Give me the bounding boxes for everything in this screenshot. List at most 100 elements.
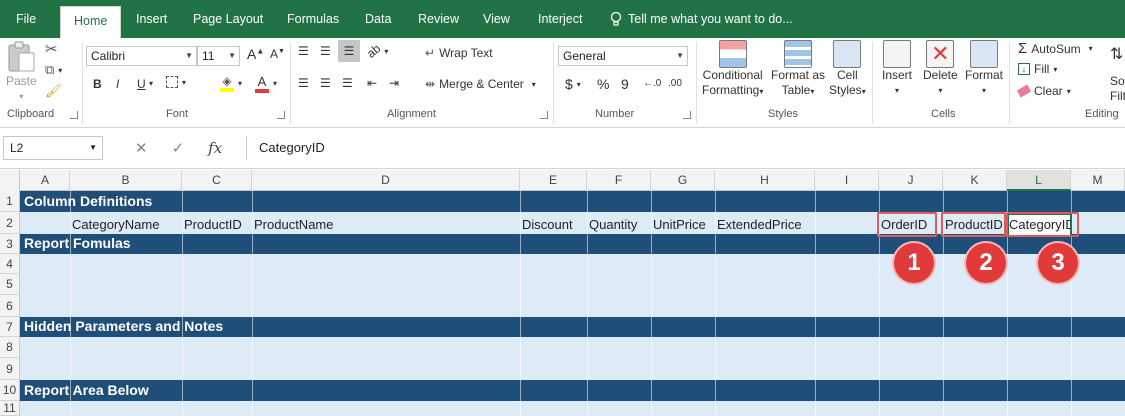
cell-c2[interactable]: ProductID [184,215,242,235]
underline-button[interactable]: U [137,77,146,91]
tab-review[interactable]: Review [418,0,459,38]
row-header-8[interactable]: 8 [0,337,20,358]
align-middle-button[interactable]: ☰ [320,44,331,58]
format-as-table-button[interactable]: Format as Table▾ [771,40,825,99]
autosum-button[interactable]: Σ AutoSum ▾ [1018,40,1093,57]
column-header-m[interactable]: M [1071,170,1125,191]
row-header-1[interactable]: 1 [0,191,20,212]
font-launcher-icon[interactable] [277,111,285,119]
formula-input[interactable]: CategoryID [246,136,1125,160]
tab-interject[interactable]: Interject [538,0,582,38]
increase-decimal-button[interactable]: ←.0 [643,78,661,89]
currency-button[interactable]: $ ▾ [565,76,581,92]
cell-e2[interactable]: Discount [522,215,573,235]
clear-button[interactable]: Clear ▾ [1016,84,1071,98]
align-center-button[interactable]: ☰ [320,76,331,90]
shrink-font-button[interactable]: A▼ [270,47,285,61]
alignment-launcher-icon[interactable] [540,111,548,119]
font-name-combo[interactable]: Calibri ▼ [86,46,197,66]
row-header-2[interactable]: 2 [0,212,20,234]
tab-file[interactable]: File [16,0,36,38]
row-header-9[interactable]: 9 [0,358,20,380]
number-format-combo[interactable]: General ▼ [558,46,688,66]
column-header-e[interactable]: E [520,170,587,191]
cell-f2[interactable]: Quantity [589,215,637,235]
decrease-indent-button[interactable]: ⇤ [367,76,377,90]
decrease-decimal-button[interactable]: .00 [668,78,682,89]
name-box[interactable]: L2 ▼ [3,136,103,160]
copy-button[interactable]: ⧉ ▾ [45,62,62,78]
cell-styles-button[interactable]: Cell Styles▾ [829,40,866,99]
align-left-button[interactable]: ☰ [298,76,309,90]
cell-b2[interactable]: CategoryName [72,215,159,235]
section-row-report-formulas[interactable]: Report Fomulas [20,234,1125,254]
fx-icon[interactable]: fx [208,139,222,157]
format-cells-button[interactable]: Format ▾ [965,40,1003,98]
section-row-column-definitions[interactable]: Column Definitions [20,191,1125,212]
align-right-button[interactable]: ☰ [342,76,353,90]
column-header-a[interactable]: A [21,170,70,191]
section-row-hidden-parameters[interactable]: Hidden Parameters and Notes [20,317,1125,337]
font-size-combo[interactable]: 11 ▼ [197,46,240,66]
cell-g2[interactable]: UnitPrice [653,215,706,235]
column-header-i[interactable]: I [815,170,879,191]
sort-filter-button[interactable]: So Filt [1110,74,1125,104]
cut-button[interactable]: ✂ [45,40,58,58]
row-header-7[interactable]: 7 [0,317,20,337]
italic-button[interactable]: I [116,77,119,91]
align-bottom-button[interactable]: ☰ [338,40,360,62]
select-all-corner[interactable] [0,170,20,191]
fill-color-button[interactable]: ◈ ▾ [220,74,242,92]
column-header-b[interactable]: B [70,170,182,191]
column-header-d[interactable]: D [252,170,520,191]
tell-me-box[interactable]: Tell me what you want to do... [610,0,793,38]
column-header-h[interactable]: H [715,170,815,191]
cell-h2[interactable]: ExtendedPrice [717,215,802,235]
worksheet-grid[interactable]: A B C D E F G H I J K L M 1 2 3 4 5 6 7 … [0,170,1125,416]
tab-page-layout[interactable]: Page Layout [193,0,263,38]
align-top-button[interactable]: ☰ [298,44,309,58]
column-header-j[interactable]: J [879,170,943,191]
clipboard-launcher-icon[interactable] [70,111,78,119]
tab-insert[interactable]: Insert [136,0,167,38]
underline-dropdown-icon[interactable]: ▾ [149,79,153,88]
font-color-button[interactable]: A ▾ [255,74,277,93]
column-header-c[interactable]: C [182,170,252,191]
cancel-icon[interactable]: ✕ [135,139,148,157]
row-header-4[interactable]: 4 [0,254,20,274]
row-header-3[interactable]: 3 [0,234,20,254]
enter-icon[interactable]: ✓ [172,139,185,157]
row-header-5[interactable]: 5 [0,274,20,295]
fill-button[interactable]: ↓ Fill ▾ [1018,62,1057,76]
rows-4-6-formulas[interactable] [20,254,1125,317]
section-row-report-area[interactable]: Report Area Below [20,380,1125,401]
row-11[interactable] [20,401,1125,416]
column-header-g[interactable]: G [651,170,715,191]
borders-button[interactable]: ▾ [166,76,186,88]
format-painter-button[interactable]: 🖌 [45,83,62,99]
wrap-text-button[interactable]: ↵ Wrap Text [425,46,493,60]
row-header-10[interactable]: 10 [0,380,20,401]
insert-cells-button[interactable]: Insert ▾ [882,40,912,98]
bold-button[interactable]: B [93,77,102,91]
tab-view[interactable]: View [483,0,510,38]
merge-center-button[interactable]: ⇹ Merge & Center ▾ [425,77,536,91]
rows-8-9-parameters[interactable] [20,337,1125,380]
paste-button[interactable]: Paste ▾ [6,40,37,104]
column-header-l[interactable]: L [1007,170,1071,191]
tab-formulas[interactable]: Formulas [287,0,339,38]
percent-button[interactable]: % [597,76,609,92]
conditional-formatting-button[interactable]: Conditional Formatting▾ [702,40,763,99]
column-header-k[interactable]: K [943,170,1007,191]
column-header-f[interactable]: F [587,170,651,191]
increase-indent-button[interactable]: ⇥ [389,76,399,90]
row-header-6[interactable]: 6 [0,295,20,317]
delete-cells-button[interactable]: ✕ Delete ▾ [923,40,958,98]
grow-font-button[interactable]: A▲ [247,46,264,62]
number-launcher-icon[interactable] [683,111,691,119]
comma-button[interactable]: 9 [621,76,629,92]
row-header-11[interactable]: 11 [0,401,20,416]
orientation-button[interactable]: ab ▾ [364,41,388,60]
tab-data[interactable]: Data [365,0,391,38]
tab-home[interactable]: Home [60,6,122,38]
